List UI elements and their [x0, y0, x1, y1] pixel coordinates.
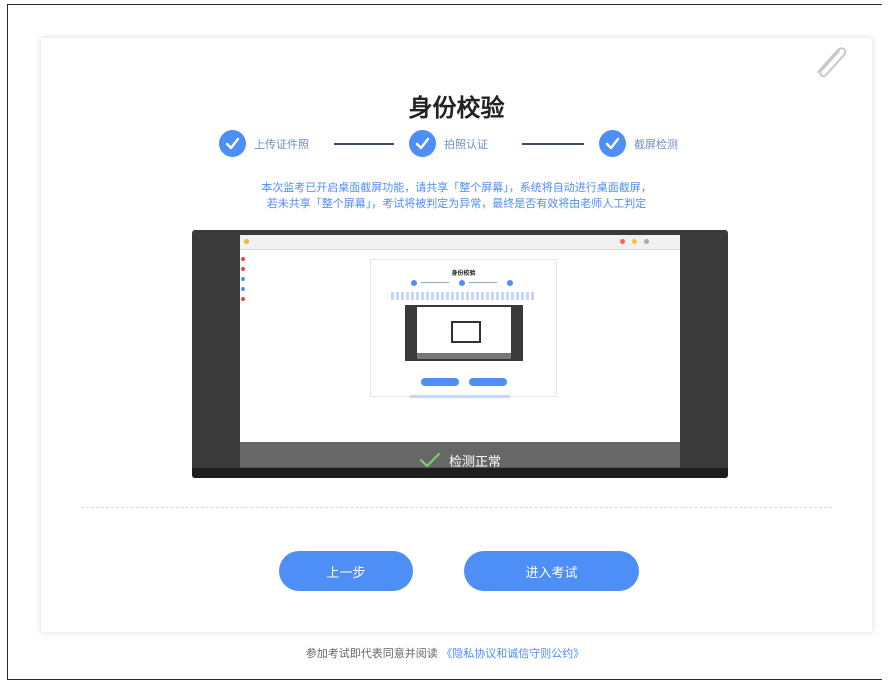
step-label: 截屏检测 [634, 137, 678, 151]
mini-verification-card: 身份校验 [370, 259, 557, 397]
verification-card: 身份校验 上传证件照 拍照认证 截屏检测 本次监考已开启桌面截屏功能，请共享「整… [41, 38, 872, 632]
screen-share-notice: 本次监考已开启桌面截屏功能，请共享「整个屏幕」，系统将自动进行桌面截屏， 若未共… [41, 180, 872, 212]
mini-footer [410, 395, 510, 398]
notice-line: 本次监考已开启桌面截屏功能，请共享「整个屏幕」，系统将自动进行桌面截屏， [261, 181, 652, 194]
footer-agreement: 参加考试即代表同意并阅读 《隐私协议和诚信守则公约》 [8, 645, 882, 661]
progress-steps: 上传证件照 拍照认证 截屏检测 [219, 130, 719, 162]
taskbar [192, 468, 728, 478]
privacy-agreement-link[interactable]: 《隐私协议和诚信守则公约》 [441, 647, 584, 660]
step-screen-check: 截屏检测 [599, 130, 678, 157]
step-label: 拍照认证 [444, 137, 488, 151]
page-title: 身份校验 [408, 94, 505, 122]
divider [81, 507, 832, 508]
window-frame: 身份校验 上传证件照 拍照认证 截屏检测 本次监考已开启桌面截屏功能，请共享「整… [7, 4, 882, 680]
captured-screen: 身份校验 [240, 235, 680, 467]
browser-dot-icon [244, 239, 249, 244]
previous-step-button[interactable]: 上一步 [279, 551, 413, 591]
mini-button [421, 378, 459, 386]
step-upload-id: 上传证件照 [219, 130, 309, 157]
sidebar-strip [240, 251, 246, 311]
check-circle-icon [219, 130, 246, 157]
step-connector [334, 143, 394, 145]
footer-text: 参加考试即代表同意并阅读 [305, 647, 438, 660]
step-label: 上传证件照 [254, 137, 309, 151]
mini-title: 身份校验 [451, 270, 476, 277]
notice-line: 若未共享「整个屏幕」，考试将被判定为异常，最终是否有效将由老师人工判定 [266, 197, 647, 210]
mini-preview [405, 305, 523, 361]
browser-dot-icon [620, 239, 625, 244]
browser-bar [240, 235, 680, 250]
detection-status-text: 检测正常 [448, 454, 501, 470]
mini-button [469, 378, 507, 386]
step-connector [522, 143, 584, 145]
paperclip-icon [817, 47, 847, 78]
check-circle-icon [599, 130, 626, 157]
mini-steps [411, 280, 516, 286]
browser-dot-icon [632, 239, 637, 244]
mini-notice [391, 292, 536, 300]
check-icon [419, 453, 440, 467]
enter-exam-button[interactable]: 进入考试 [464, 551, 639, 591]
browser-dot-icon [644, 239, 649, 244]
step-photo-auth: 拍照认证 [409, 130, 488, 157]
check-circle-icon [409, 130, 436, 157]
screen-preview: 身份校验 检测正常 [192, 230, 728, 478]
